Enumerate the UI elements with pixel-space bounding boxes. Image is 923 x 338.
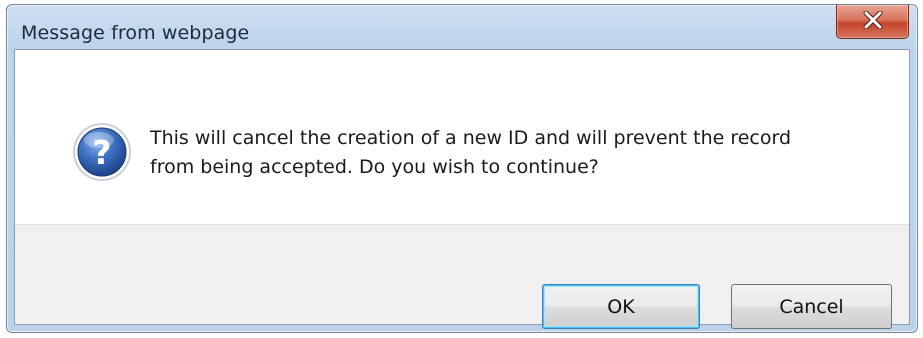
message-dialog: Message from webpage ? This will cancel … bbox=[6, 4, 918, 333]
message-area: ? This will cancel the creation of a new… bbox=[15, 50, 909, 224]
message-text: This will cancel the creation of a new I… bbox=[150, 124, 870, 182]
ok-button[interactable]: OK bbox=[542, 284, 700, 329]
svg-text:?: ? bbox=[92, 133, 111, 172]
title-bar[interactable]: Message from webpage bbox=[7, 5, 917, 49]
question-icon: ? bbox=[71, 121, 133, 183]
cancel-button[interactable]: Cancel bbox=[731, 284, 892, 329]
button-bar: OK Cancel bbox=[15, 224, 909, 329]
dialog-title: Message from webpage bbox=[21, 22, 250, 44]
dialog-body: ? This will cancel the creation of a new… bbox=[14, 49, 910, 329]
message-line-1: This will cancel the creation of a new I… bbox=[150, 127, 792, 149]
close-button[interactable] bbox=[836, 5, 909, 39]
close-icon bbox=[862, 10, 884, 33]
message-line-2: from being accepted. Do you wish to cont… bbox=[150, 156, 599, 178]
